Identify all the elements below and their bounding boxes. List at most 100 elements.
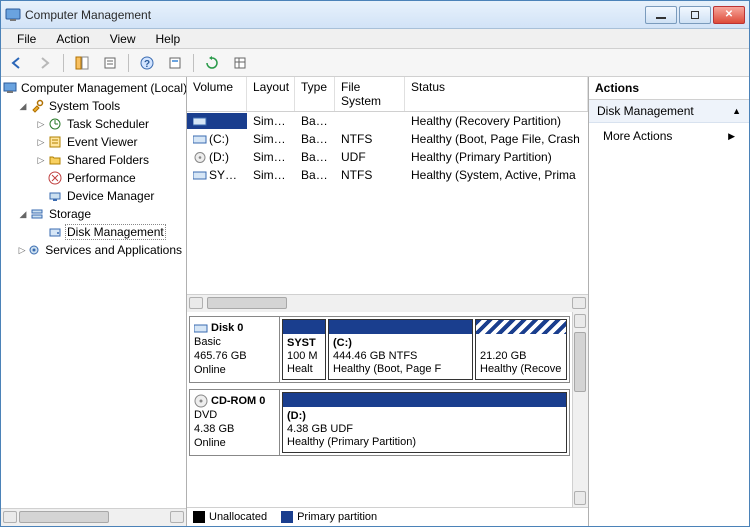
- partition-d[interactable]: (D:)4.38 GB UDFHealthy (Primary Partitio…: [282, 392, 567, 453]
- scroll-thumb[interactable]: [207, 297, 287, 309]
- menu-bar: File Action View Help: [1, 29, 749, 49]
- expand-icon[interactable]: ▷: [35, 119, 47, 130]
- disk-entry-cdrom0[interactable]: CD-ROM 0 DVD 4.38 GB Online (D:)4.38 GB …: [189, 389, 570, 456]
- properties-button[interactable]: [98, 52, 122, 74]
- partition-system[interactable]: SYST100 MHealt: [282, 319, 326, 380]
- menu-file[interactable]: File: [7, 30, 46, 48]
- disk-graphical-area: Disk 0 Basic 465.76 GB Online SYST100 MH…: [187, 312, 588, 507]
- tree-label: Device Manager: [65, 189, 156, 203]
- close-button[interactable]: [713, 6, 745, 24]
- tree-label: Task Scheduler: [65, 117, 151, 131]
- collapse-icon[interactable]: ◢: [17, 101, 29, 112]
- volume-rows: Simple Basic Healthy (Recovery Partition…: [187, 112, 588, 294]
- tree-storage[interactable]: ◢ Storage: [3, 205, 184, 223]
- refresh-button[interactable]: [200, 52, 224, 74]
- scroll-thumb[interactable]: [19, 511, 109, 523]
- column-volume[interactable]: Volume: [187, 77, 247, 111]
- volume-status: Healthy (System, Active, Prima: [405, 167, 588, 183]
- volume-status: Healthy (Primary Partition): [405, 149, 588, 165]
- svg-text:?: ?: [144, 59, 150, 70]
- navigation-tree-panel: Computer Management (Local) ◢ System Too…: [1, 77, 187, 526]
- volume-name: (C:): [209, 132, 229, 146]
- disk-entry-disk0[interactable]: Disk 0 Basic 465.76 GB Online SYST100 MH…: [189, 316, 570, 383]
- tree-root[interactable]: Computer Management (Local): [3, 79, 184, 97]
- help-button[interactable]: ?: [135, 52, 159, 74]
- disk-vscrollbar[interactable]: [572, 312, 588, 507]
- tree-system-tools[interactable]: ◢ System Tools: [3, 97, 184, 115]
- scroll-left-icon[interactable]: [3, 511, 17, 523]
- tree-scrollbar[interactable]: [1, 508, 186, 526]
- collapse-icon[interactable]: ◢: [17, 209, 29, 220]
- volume-type: Basic: [295, 167, 335, 183]
- back-button[interactable]: [5, 52, 29, 74]
- collapse-icon: ▲: [732, 106, 741, 116]
- volume-hscrollbar[interactable]: [187, 294, 588, 312]
- partition-size: 444.46 GB NTFS: [333, 350, 417, 362]
- menu-action[interactable]: Action: [46, 30, 99, 48]
- tree-services-apps[interactable]: ▷ Services and Applications: [3, 241, 184, 259]
- scroll-down-icon[interactable]: [574, 491, 586, 505]
- table-row[interactable]: (D:) Simple Basic UDF Healthy (Primary P…: [187, 148, 588, 166]
- window-title: Computer Management: [25, 8, 151, 22]
- partition-c[interactable]: (C:)444.46 GB NTFSHealthy (Boot, Page F: [328, 319, 473, 380]
- volume-type: Basic: [295, 149, 335, 165]
- maximize-button[interactable]: [679, 6, 711, 24]
- tree-event-viewer[interactable]: ▷ Event Viewer: [3, 133, 184, 151]
- disk-size: 4.38 GB: [194, 422, 275, 436]
- event-icon: [47, 134, 63, 150]
- column-layout[interactable]: Layout: [247, 77, 295, 111]
- forward-button[interactable]: [33, 52, 57, 74]
- expand-icon[interactable]: ▷: [35, 155, 47, 166]
- performance-icon: [47, 170, 63, 186]
- expand-icon[interactable]: ▷: [17, 245, 27, 256]
- table-row[interactable]: Simple Basic Healthy (Recovery Partition…: [187, 112, 588, 130]
- tree-device-manager[interactable]: Device Manager: [3, 187, 184, 205]
- scroll-up-icon[interactable]: [574, 314, 586, 328]
- navigation-tree[interactable]: Computer Management (Local) ◢ System Too…: [1, 77, 186, 508]
- tree-label: Performance: [65, 171, 138, 185]
- table-row[interactable]: (C:) Simple Basic NTFS Healthy (Boot, Pa…: [187, 130, 588, 148]
- disk-kind: DVD: [194, 408, 275, 422]
- scroll-thumb[interactable]: [574, 332, 586, 392]
- minimize-button[interactable]: [645, 6, 677, 24]
- disk-column: Disk 0 Basic 465.76 GB Online SYST100 MH…: [187, 312, 572, 507]
- view-settings-button[interactable]: [163, 52, 187, 74]
- tree-performance[interactable]: Performance: [3, 169, 184, 187]
- tree-label: Event Viewer: [65, 135, 139, 149]
- partition-size: 21.20 GB: [480, 350, 526, 362]
- actions-item-label: More Actions: [603, 129, 672, 143]
- partition-status: Healthy (Boot, Page F: [333, 363, 441, 375]
- expand-icon[interactable]: ▷: [35, 137, 47, 148]
- tree-disk-management[interactable]: Disk Management: [3, 223, 184, 241]
- scroll-right-icon[interactable]: [572, 297, 586, 309]
- column-filesystem[interactable]: File System: [335, 77, 405, 111]
- volume-status: Healthy (Recovery Partition): [405, 113, 588, 129]
- volume-layout: Simple: [247, 149, 295, 165]
- disk-icon: [47, 224, 63, 240]
- tree-task-scheduler[interactable]: ▷ Task Scheduler: [3, 115, 184, 133]
- volume-status: Healthy (Boot, Page File, Crash: [405, 131, 588, 147]
- list-button[interactable]: [228, 52, 252, 74]
- actions-more-actions[interactable]: More Actions ▶: [589, 123, 749, 149]
- legend: Unallocated Primary partition: [187, 507, 588, 526]
- volume-fs: UDF: [335, 149, 405, 165]
- actions-section-disk-management[interactable]: Disk Management ▲: [589, 100, 749, 123]
- scroll-right-icon[interactable]: [170, 511, 184, 523]
- tree-label: Services and Applications: [43, 243, 184, 257]
- menu-view[interactable]: View: [100, 30, 146, 48]
- show-hide-tree-button[interactable]: [70, 52, 94, 74]
- disk-kind: Basic: [194, 335, 275, 349]
- menu-help[interactable]: Help: [146, 30, 191, 48]
- partition-size: 4.38 GB UDF: [287, 423, 353, 435]
- partition-name: (D:): [287, 410, 306, 422]
- tree-shared-folders[interactable]: ▷ Shared Folders: [3, 151, 184, 169]
- partition-recovery[interactable]: 21.20 GBHealthy (Recove: [475, 319, 567, 380]
- table-row[interactable]: SYSTEM Simple Basic NTFS Healthy (System…: [187, 166, 588, 184]
- volume-fs: [335, 113, 405, 129]
- legend-unallocated: Unallocated: [193, 511, 267, 523]
- window-controls: [645, 6, 745, 24]
- column-type[interactable]: Type: [295, 77, 335, 111]
- scroll-left-icon[interactable]: [189, 297, 203, 309]
- tree-label: System Tools: [47, 99, 122, 113]
- column-status[interactable]: Status: [405, 77, 588, 111]
